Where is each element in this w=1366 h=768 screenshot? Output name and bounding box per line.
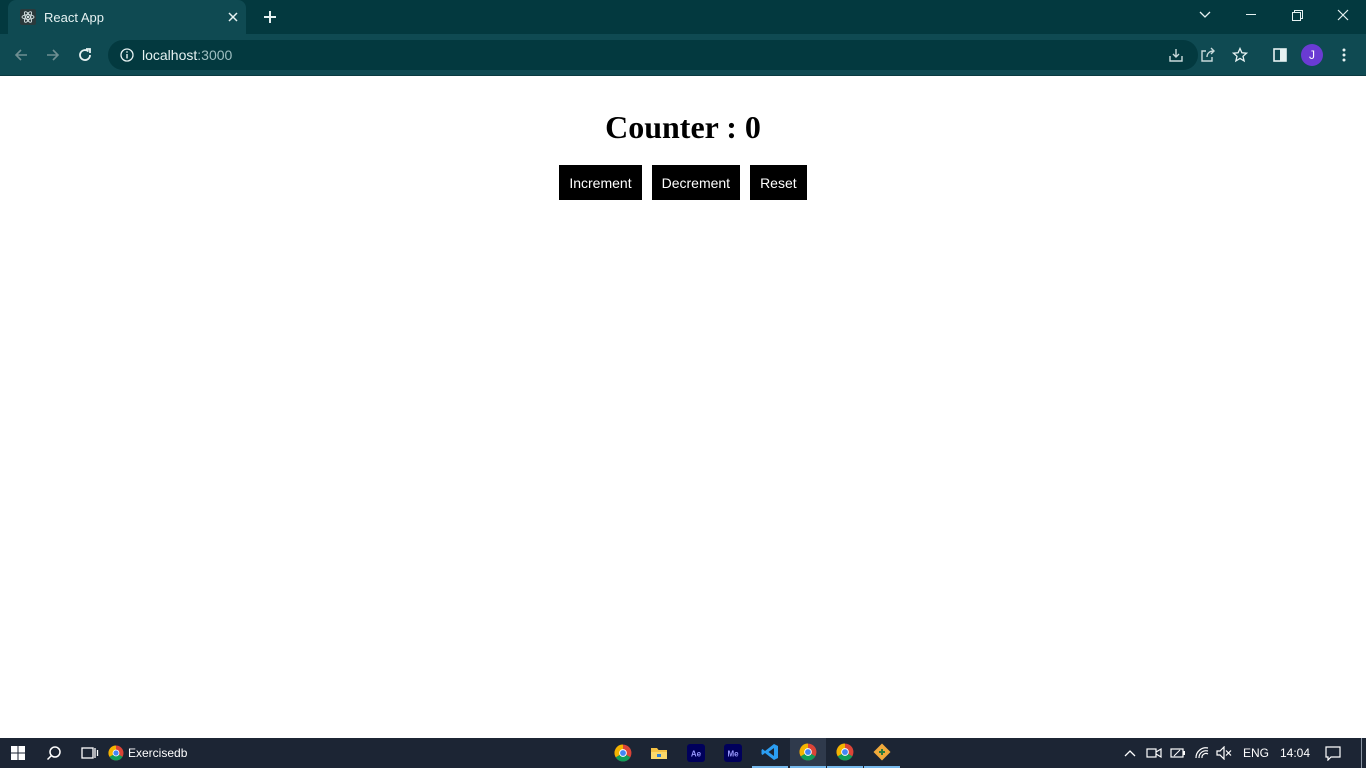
pinned-label: Exercisedb [128,746,188,760]
button-row: Increment Decrement Reset [0,165,1366,200]
chrome-icon [614,744,632,762]
notifications-icon[interactable] [1321,741,1345,765]
profile-avatar[interactable]: J [1301,44,1323,66]
browser-titlebar: React App [0,0,1366,34]
taskbar-file-explorer[interactable] [641,738,677,768]
git-icon [873,743,891,761]
close-tab-icon[interactable] [222,6,244,28]
webcam-icon[interactable] [1142,741,1166,765]
forward-button[interactable] [40,42,66,68]
chrome-icon [836,743,854,761]
show-hidden-icons-icon[interactable] [1118,741,1142,765]
taskbar-git[interactable] [864,738,900,768]
bookmark-star-icon[interactable] [1228,43,1252,67]
clock[interactable]: 14:04 [1280,738,1310,768]
browser-toolbar: localhost:3000 J [0,34,1366,76]
install-app-icon[interactable] [1164,43,1188,67]
more-menu-icon[interactable] [1332,43,1356,67]
taskbar-after-effects[interactable]: Ae [678,738,714,768]
volume-muted-icon[interactable] [1212,741,1236,765]
language-indicator[interactable]: ENG [1243,738,1269,768]
taskbar-media-encoder[interactable]: Me [715,738,751,768]
wifi-icon[interactable] [1190,741,1214,765]
taskbar-chrome-active[interactable] [790,738,826,768]
new-tab-button[interactable] [258,6,282,28]
back-button[interactable] [8,42,34,68]
react-icon [20,9,36,25]
reload-button[interactable] [72,42,98,68]
chrome-icon [108,745,124,761]
battery-icon[interactable] [1166,741,1190,765]
windows-taskbar: Exercisedb Ae Me ENG 14:04 [0,738,1366,768]
chrome-icon [799,743,817,761]
pinned-chrome-exercisedb[interactable]: Exercisedb [108,738,187,768]
media-encoder-icon: Me [724,744,742,762]
tab-react-app[interactable]: React App [8,0,246,34]
reset-button[interactable]: Reset [750,165,807,200]
after-effects-icon: Ae [687,744,705,762]
site-info-icon[interactable] [120,48,134,62]
show-desktop-divider[interactable] [1361,738,1362,768]
task-view-icon[interactable] [78,741,102,765]
windows-start-icon[interactable] [6,741,30,765]
address-bar[interactable]: localhost:3000 [108,40,1198,70]
tab-title: React App [44,9,104,25]
decrement-button[interactable]: Decrement [651,165,741,200]
svg-text:Me: Me [727,750,739,759]
counter-title: Counter : 0 [605,109,761,145]
tab-search-icon[interactable] [1182,0,1228,30]
file-explorer-icon [650,745,668,761]
vscode-icon [761,743,779,761]
increment-button[interactable]: Increment [559,165,642,200]
restore-button[interactable] [1274,0,1320,30]
url-port: :3000 [197,47,233,63]
close-window-button[interactable] [1320,0,1366,30]
share-icon[interactable] [1196,43,1220,67]
url-host: localhost [142,47,198,63]
page-content: Counter : 0 Increment Decrement Reset [0,77,1366,738]
minimize-button[interactable] [1228,0,1274,30]
taskbar-vscode[interactable] [752,738,788,768]
taskbar-chrome-2[interactable] [827,738,863,768]
side-panel-icon[interactable] [1268,43,1292,67]
taskbar-chrome[interactable] [605,738,641,768]
svg-text:Ae: Ae [691,750,702,759]
search-icon[interactable] [42,741,66,765]
